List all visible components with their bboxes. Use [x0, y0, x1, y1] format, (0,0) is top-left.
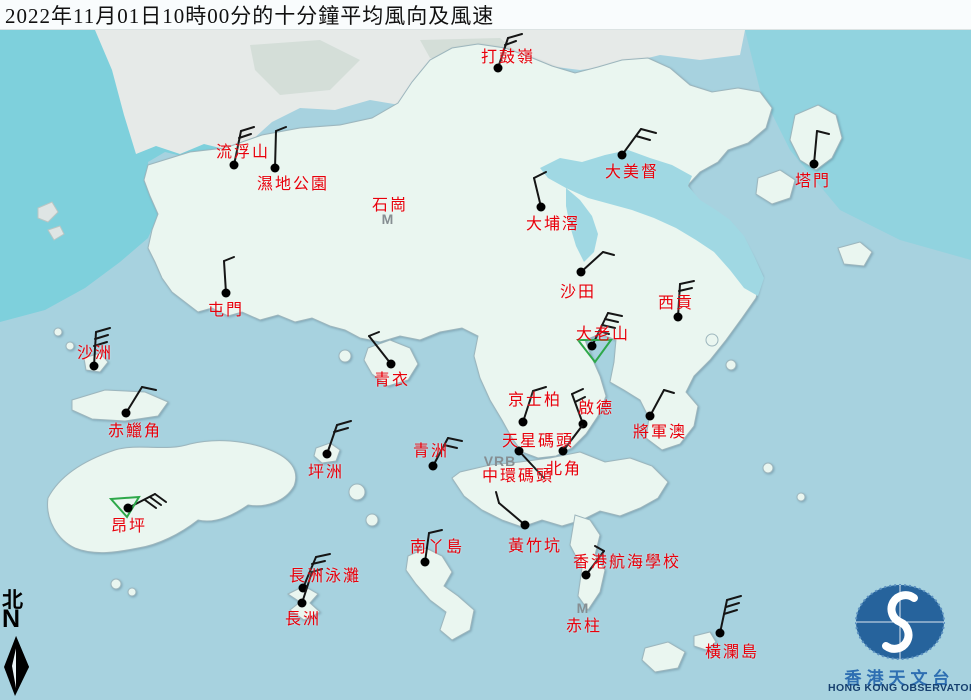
- wind-barb-segment: [508, 34, 522, 38]
- station-label: 黃竹坑: [508, 532, 562, 556]
- station-barb: [122, 387, 157, 418]
- station-label: 長洲: [285, 605, 321, 629]
- hko-logo: 香港天文台 HONG KONG OBSERVATORY: [828, 578, 971, 700]
- wind-barb-segment: [128, 494, 155, 508]
- station-barb: [618, 129, 657, 160]
- wind-barb-segment: [142, 387, 156, 390]
- station-barb: [810, 131, 830, 169]
- station-label: 西貢: [658, 289, 694, 313]
- station-label: 大美督: [605, 158, 659, 182]
- station-label: 大老山: [576, 320, 630, 344]
- wind-barb-segment: [126, 387, 142, 413]
- weather-wind-map: 2022年11月01日10時00分的十分鐘平均風向及風速 北 N 香港天文台 H…: [0, 0, 971, 700]
- wind-barb-segment: [680, 281, 694, 284]
- hko-logo-en-text: HONG KONG OBSERVATORY: [828, 682, 971, 694]
- status-marker-vrb: VRB: [484, 453, 517, 469]
- wind-barb-segment: [241, 127, 254, 131]
- wind-barb-segment: [534, 172, 546, 178]
- wind-barb-segment: [275, 131, 276, 168]
- station-barb: [534, 172, 546, 212]
- wind-barb-segment: [327, 425, 337, 454]
- station-label: 流浮山: [216, 138, 270, 162]
- wind-barb-segment: [608, 313, 622, 316]
- station-label: 打鼓嶺: [481, 43, 535, 67]
- station-barb: [716, 596, 742, 638]
- north-compass: 北 N: [0, 584, 40, 700]
- station-barb: [496, 492, 530, 530]
- status-marker-m: M: [577, 600, 590, 616]
- station-label: 大埔滘: [526, 210, 580, 234]
- station-label: 沙田: [560, 278, 596, 302]
- station-dot: [521, 521, 530, 530]
- wind-barb-segment: [727, 596, 741, 600]
- station-barb: [369, 332, 396, 369]
- station-dot: [429, 462, 438, 471]
- wind-barb-segment: [499, 503, 525, 525]
- wind-barb-segment: [224, 257, 234, 261]
- wind-barb-segment: [636, 136, 650, 140]
- wind-barb-segment: [448, 438, 462, 441]
- wind-barb-segment: [369, 336, 391, 364]
- station-label: 將軍澳: [633, 418, 687, 442]
- wind-barb-segment: [814, 131, 817, 164]
- wind-barb-segment: [337, 421, 351, 425]
- wind-barb-layer: [0, 0, 971, 700]
- map-title: 2022年11月01日10時00分的十分鐘平均風向及風速: [0, 0, 494, 30]
- station-barb: [222, 257, 235, 298]
- status-marker-m: M: [382, 211, 395, 227]
- wind-barb-segment: [720, 600, 727, 633]
- station-label: 天星碼頭: [502, 427, 574, 451]
- station-label: 沙洲: [77, 339, 113, 363]
- station-label: 屯門: [208, 296, 244, 320]
- wind-barb-segment: [622, 129, 641, 155]
- station-dot: [519, 418, 528, 427]
- station-label: 北角: [546, 455, 582, 479]
- station-dot: [674, 313, 683, 322]
- title-bar: 2022年11月01日10時00分的十分鐘平均風向及風速: [0, 0, 971, 30]
- wind-barb-segment: [276, 127, 286, 131]
- wind-barb-segment: [664, 390, 674, 393]
- wind-barb-segment: [817, 131, 829, 134]
- wind-barb-segment: [316, 554, 330, 557]
- station-label: 赤鱲角: [108, 417, 162, 441]
- station-label: 京士柏: [508, 386, 562, 410]
- station-label: 青洲: [413, 437, 449, 461]
- station-dot: [716, 629, 725, 638]
- station-label: 青衣: [374, 366, 410, 390]
- station-label: 橫瀾島: [705, 638, 759, 662]
- wind-barb-segment: [724, 610, 737, 614]
- north-arrow-icon: [0, 584, 40, 700]
- hko-logo-icon: [828, 578, 971, 664]
- wind-barb-segment: [603, 252, 614, 255]
- station-dot: [579, 420, 588, 429]
- wind-barb-segment: [96, 328, 110, 332]
- wind-barb-segment: [726, 603, 739, 607]
- wind-barb-segment: [369, 332, 379, 336]
- station-label: 香港航海學校: [573, 548, 681, 572]
- wind-barb-segment: [224, 261, 226, 293]
- station-label: 坪洲: [308, 458, 344, 482]
- station-label: 昂坪: [111, 512, 147, 536]
- station-label: 塔門: [795, 167, 831, 191]
- station-barb: [577, 252, 615, 277]
- station-dot: [421, 558, 430, 567]
- station-barb: [323, 421, 352, 459]
- station-barb: [646, 390, 675, 421]
- station-label: 濕地公園: [257, 170, 329, 194]
- wind-barb-segment: [641, 129, 656, 133]
- station-label: 南丫島: [410, 533, 464, 557]
- station-barb: [271, 127, 287, 173]
- wind-barb-segment: [496, 492, 499, 503]
- station-label: 長洲泳灘: [289, 562, 361, 586]
- station-dot: [577, 268, 586, 277]
- station-label: 啟德: [578, 394, 614, 418]
